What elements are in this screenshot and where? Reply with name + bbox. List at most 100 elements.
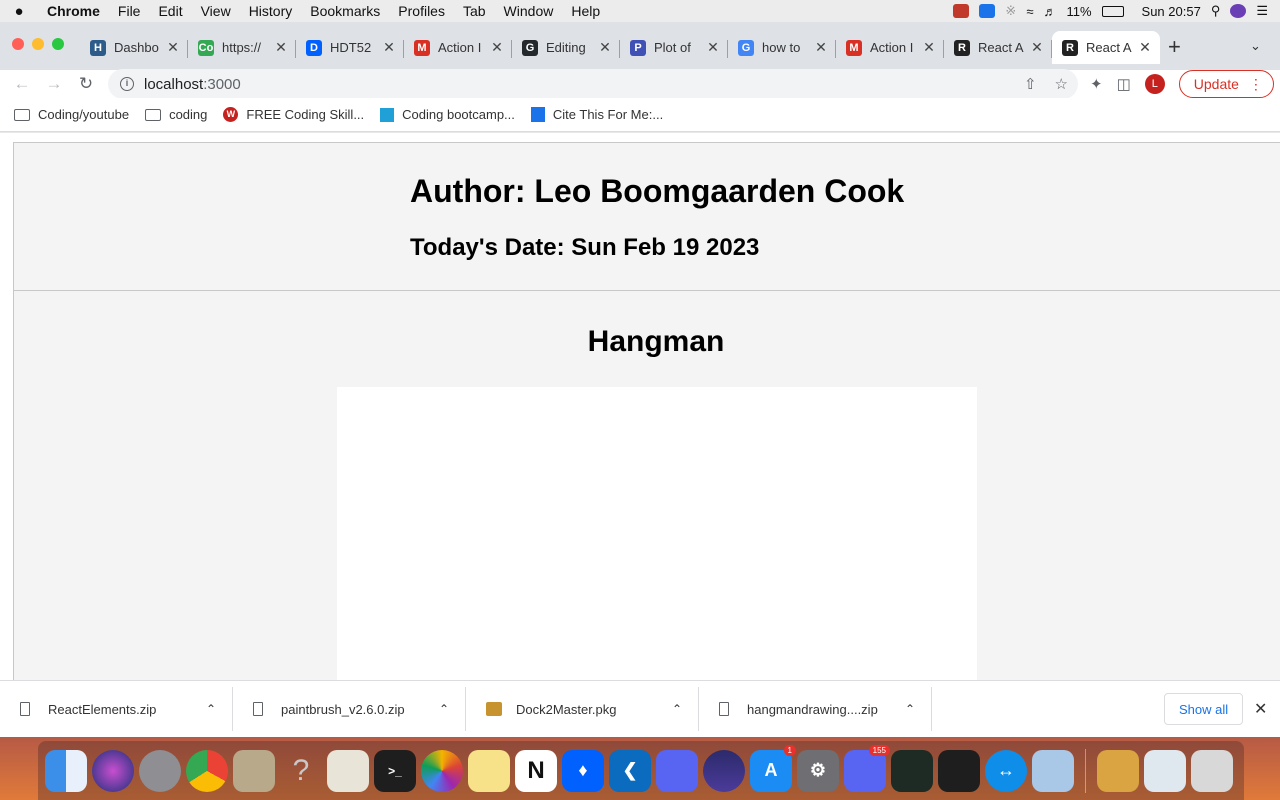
maps-icon[interactable] xyxy=(327,749,369,792)
browser-tab[interactable]: R React A ✕ xyxy=(1052,31,1160,64)
bookmark-coding[interactable]: coding xyxy=(145,107,207,122)
close-window-button[interactable] xyxy=(12,38,24,50)
menu-tab[interactable]: Tab xyxy=(454,3,495,19)
download-item[interactable]: hangmandrawing....zip ⌃ xyxy=(699,687,932,731)
download-item[interactable]: ReactElements.zip ⌃ xyxy=(0,687,233,731)
browser-tab[interactable]: P Plot of ✕ xyxy=(620,31,728,64)
menu-file[interactable]: File xyxy=(109,3,150,19)
menu-window[interactable]: Window xyxy=(495,3,563,19)
chevron-up-icon[interactable]: ⌃ xyxy=(672,702,682,716)
teamviewer-icon[interactable]: ↔ xyxy=(985,749,1027,792)
close-tab-icon[interactable]: ✕ xyxy=(598,39,612,56)
bookmark-free-coding-skill[interactable]: W FREE Coding Skill... xyxy=(223,107,364,122)
reload-button[interactable]: ↻ xyxy=(70,74,102,94)
app-store-icon[interactable]: A1 xyxy=(750,744,796,792)
browser-tab[interactable]: D HDT52 ✕ xyxy=(296,31,404,64)
close-tab-icon[interactable]: ✕ xyxy=(490,39,504,56)
zoom-window-button[interactable] xyxy=(52,38,64,50)
site-info-icon[interactable]: i xyxy=(120,77,134,91)
photos-icon[interactable] xyxy=(421,749,463,792)
extensions-puzzle-icon[interactable]: ✦ xyxy=(1090,75,1103,93)
bookmark-coding-youtube[interactable]: Coding/youtube xyxy=(14,107,129,122)
back-button[interactable]: ← xyxy=(6,74,38,94)
eclipse-icon[interactable] xyxy=(703,749,745,792)
siri-icon[interactable] xyxy=(92,749,134,792)
unknown-app-question-icon[interactable]: ? xyxy=(280,750,322,792)
bookmark-coding-bootcamp[interactable]: Coding bootcamp... xyxy=(380,107,515,122)
browser-tab[interactable]: R React A ✕ xyxy=(944,31,1052,64)
teamviewer-status-icon[interactable] xyxy=(979,4,996,18)
share-icon[interactable]: ⇧ xyxy=(1024,75,1037,93)
menu-chrome[interactable]: Chrome xyxy=(38,3,109,19)
browser-tab[interactable]: Ghow to ✕ xyxy=(728,31,836,64)
chevron-up-icon[interactable]: ⌃ xyxy=(439,702,449,716)
discord-ptb-icon[interactable]: 155 xyxy=(844,744,890,792)
menu-edit[interactable]: Edit xyxy=(149,3,191,19)
address-bar[interactable]: i localhost:3000 ⇧ ☆ xyxy=(108,69,1078,99)
show-all-button[interactable]: Show all xyxy=(1164,693,1244,725)
side-panel-icon[interactable]: ◫ xyxy=(1117,75,1131,93)
menu-view[interactable]: View xyxy=(192,3,240,19)
browser-tab[interactable]: H Dashbo ✕ xyxy=(80,31,188,64)
chevron-up-icon[interactable]: ⌃ xyxy=(905,702,915,716)
paintbrush-icon[interactable] xyxy=(1097,749,1139,792)
hangman-section: Hangman xyxy=(13,290,1280,680)
menu-help[interactable]: Help xyxy=(562,3,609,19)
download-item[interactable]: paintbrush_v2.6.0.zip ⌃ xyxy=(233,687,466,731)
game-title: Hangman xyxy=(587,325,725,358)
update-button[interactable]: Update ⋮ xyxy=(1178,70,1274,98)
browser-tab[interactable]: Co https:// ✕ xyxy=(188,31,296,64)
downloads-stack-icon[interactable] xyxy=(1144,749,1186,792)
wifi-icon[interactable]: ≈ xyxy=(1026,4,1033,19)
battery-percent[interactable]: 11% xyxy=(1066,4,1091,19)
forward-button[interactable]: → xyxy=(38,74,70,94)
dropbox-status-icon[interactable] xyxy=(953,4,970,18)
launchpad-icon[interactable] xyxy=(139,749,181,792)
chevron-up-icon[interactable]: ⌃ xyxy=(206,702,216,716)
profile-avatar[interactable]: L xyxy=(1144,74,1165,94)
menu-profiles[interactable]: Profiles xyxy=(389,3,454,19)
chrome-icon[interactable] xyxy=(186,749,228,792)
bookmark-cite-this-for-me[interactable]: Cite This For Me:... xyxy=(530,107,663,122)
dropbox-icon[interactable]: ♦ xyxy=(562,749,604,792)
close-tab-icon[interactable]: ✕ xyxy=(706,39,720,56)
control-center-icon[interactable]: ☰ xyxy=(1256,3,1268,19)
close-tab-icon[interactable]: ✕ xyxy=(922,39,936,56)
bluetooth-icon[interactable]: ※ xyxy=(1005,3,1016,19)
close-tab-icon[interactable]: ✕ xyxy=(382,39,396,56)
close-tab-icon[interactable]: ✕ xyxy=(814,39,828,56)
clock[interactable]: Sun 20:57 xyxy=(1142,4,1201,19)
tab-search-chevron-icon[interactable]: ⌄ xyxy=(1250,38,1261,54)
browser-tab[interactable]: M Action I ✕ xyxy=(836,31,944,64)
bookmark-star-icon[interactable]: ☆ xyxy=(1055,75,1068,93)
finder-icon[interactable] xyxy=(45,749,87,792)
activity-monitor-icon[interactable] xyxy=(891,749,933,792)
download-item[interactable]: Dock2Master.pkg ⌃ xyxy=(466,687,699,731)
terminal-icon[interactable]: >_ xyxy=(374,749,416,792)
notion-icon[interactable]: N xyxy=(515,749,557,792)
close-tab-icon[interactable]: ✕ xyxy=(274,39,288,56)
close-tab-icon[interactable]: ✕ xyxy=(1138,39,1152,56)
discord-icon[interactable] xyxy=(656,749,698,792)
battery-icon[interactable] xyxy=(1101,5,1124,17)
volume-icon[interactable]: ♬ xyxy=(1043,4,1056,19)
trash-icon[interactable] xyxy=(1191,749,1233,792)
browser-tab[interactable]: M Action I ✕ xyxy=(404,31,512,64)
close-tab-icon[interactable]: ✕ xyxy=(166,39,180,56)
image-capture-icon[interactable] xyxy=(1032,749,1074,792)
close-tab-icon[interactable]: ✕ xyxy=(1030,39,1044,56)
preview-icon[interactable] xyxy=(233,749,275,792)
vscode-icon[interactable]: ❮ xyxy=(609,749,651,792)
browser-tab[interactable]: G Editing ✕ xyxy=(512,31,620,64)
menu-bookmarks[interactable]: Bookmarks xyxy=(301,3,389,19)
siri-icon[interactable] xyxy=(1230,4,1247,18)
new-tab-button[interactable]: + xyxy=(1168,34,1181,60)
menu-history[interactable]: History xyxy=(240,3,302,19)
spotlight-search-icon[interactable]: ⚲ xyxy=(1211,3,1221,19)
apple-menu-icon[interactable]: ● xyxy=(0,3,38,20)
close-icon[interactable]: ✕ xyxy=(1254,699,1267,719)
system-preferences-icon[interactable]: ⚙ xyxy=(797,749,839,792)
figma-icon[interactable] xyxy=(938,749,980,792)
notes-icon[interactable] xyxy=(468,749,510,792)
minimize-window-button[interactable] xyxy=(32,38,44,50)
